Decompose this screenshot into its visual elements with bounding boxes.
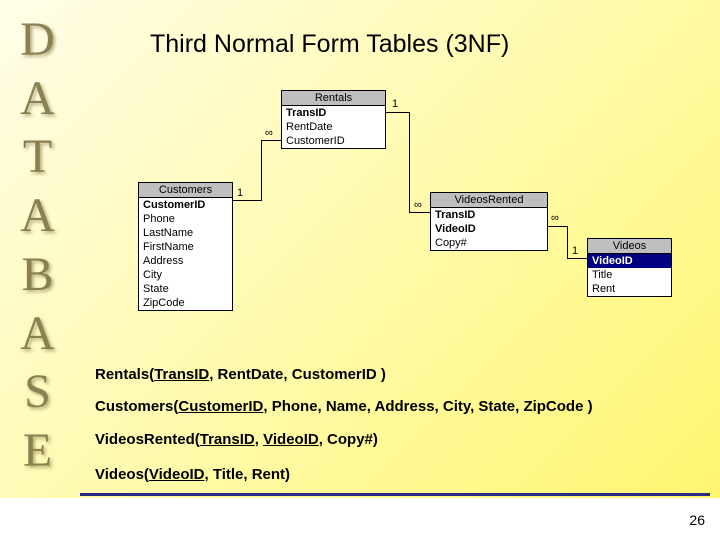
cardinality-many: ∞ — [265, 127, 273, 139]
field-pk: CustomerID — [139, 198, 232, 212]
sidebar-letter: A — [20, 71, 55, 126]
field: Address — [139, 254, 232, 268]
table-header: Rentals — [282, 91, 385, 106]
table-header: Videos — [588, 239, 671, 254]
field: Phone — [139, 212, 232, 226]
sidebar-database: D A T A B A S E — [10, 10, 65, 480]
field: LastName — [139, 226, 232, 240]
connector — [386, 112, 409, 113]
sidebar-letter: E — [23, 423, 52, 478]
slide-title: Third Normal Form Tables (3NF) — [150, 30, 509, 59]
cardinality-one: 1 — [572, 245, 578, 257]
table-videosrented: VideosRented TransID VideoID Copy# — [430, 192, 548, 251]
connector — [409, 112, 410, 212]
connector — [548, 226, 567, 227]
connector — [567, 226, 568, 258]
schema-rentals: Rentals(TransID, RentDate, CustomerID ) — [95, 365, 386, 385]
field-pk: VideoID — [431, 222, 547, 236]
schema-customers: Customers(CustomerID, Phone, Name, Addre… — [95, 397, 593, 417]
sidebar-letter: T — [23, 129, 52, 184]
field: City — [139, 268, 232, 282]
field: Title — [588, 268, 671, 282]
sidebar-letter: D — [20, 12, 55, 67]
field-pk: TransID — [282, 106, 385, 120]
sidebar-letter: B — [21, 247, 53, 302]
schema-videos: Videos(VideoID, Title, Rent) — [95, 465, 290, 485]
slide-bg: D A T A B A S E Third Normal Form Tables… — [0, 0, 720, 498]
table-header: VideosRented — [431, 193, 547, 208]
footer-rule — [80, 493, 710, 496]
table-rentals: Rentals TransID RentDate CustomerID — [281, 90, 386, 149]
cardinality-one: 1 — [237, 187, 243, 199]
cardinality-one: 1 — [392, 98, 398, 110]
field: ZipCode — [139, 296, 232, 310]
connector — [233, 200, 261, 201]
connector — [261, 140, 281, 141]
sidebar-letter: A — [20, 306, 55, 361]
sidebar-letter: A — [20, 188, 55, 243]
field: Copy# — [431, 236, 547, 250]
connector — [567, 258, 587, 259]
table-videos: Videos VideoID Title Rent — [587, 238, 672, 297]
cardinality-many: ∞ — [551, 212, 559, 224]
page-number: 26 — [689, 512, 705, 528]
sidebar-letter: S — [24, 364, 51, 419]
field-pk: VideoID — [588, 254, 671, 268]
field: Rent — [588, 282, 671, 296]
table-header: Customers — [139, 183, 232, 198]
field: State — [139, 282, 232, 296]
field: FirstName — [139, 240, 232, 254]
schema-videosrented: VideosRented(TransID, VideoID, Copy#) — [95, 430, 378, 450]
table-customers: Customers CustomerID Phone LastName Firs… — [138, 182, 233, 311]
field: CustomerID — [282, 134, 385, 148]
connector — [261, 140, 262, 201]
field-pk: TransID — [431, 208, 547, 222]
field: RentDate — [282, 120, 385, 134]
connector — [409, 212, 430, 213]
cardinality-many: ∞ — [414, 199, 422, 211]
